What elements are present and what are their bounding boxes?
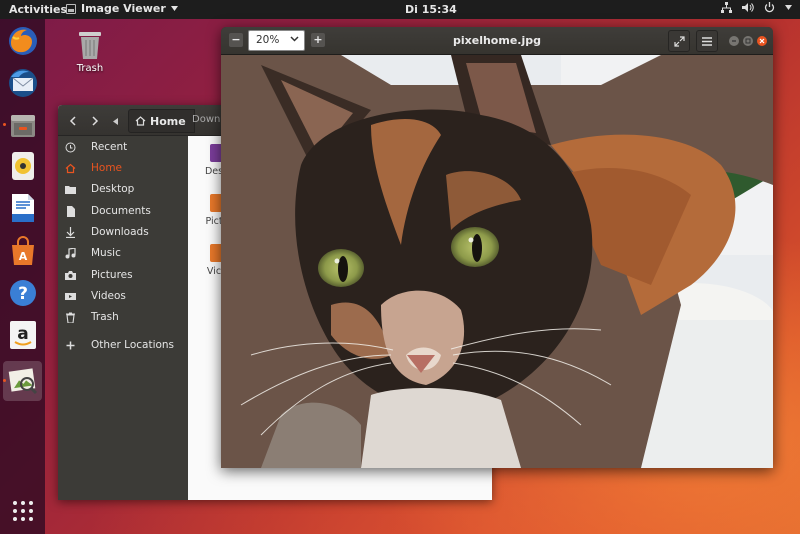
software-center-icon: A xyxy=(11,236,34,265)
breadcrumb-home-label: Home xyxy=(150,114,186,128)
firefox-icon xyxy=(8,27,37,55)
sidebar-item-home[interactable]: Home xyxy=(58,158,188,179)
menu-button[interactable] xyxy=(696,30,718,52)
dock-help[interactable]: ? xyxy=(3,273,42,313)
home-icon xyxy=(65,163,76,174)
maximize-button[interactable] xyxy=(743,36,753,46)
caret-down-icon xyxy=(170,6,178,11)
thunderbird-icon xyxy=(8,69,37,97)
caret-left-icon xyxy=(112,117,118,125)
minimize-icon xyxy=(732,40,736,42)
sidebar-item-label: Documents xyxy=(91,205,151,217)
sidebar-item-label: Desktop xyxy=(91,183,135,195)
folder-icon xyxy=(65,184,76,195)
close-button[interactable] xyxy=(757,36,767,46)
dock-image-viewer[interactable] xyxy=(3,361,42,401)
places-sidebar: Recent Home Desktop Documents Downloads … xyxy=(58,136,188,500)
window-title: pixelhome.jpg xyxy=(453,34,541,47)
sidebar-item-recent[interactable]: Recent xyxy=(58,137,188,158)
sidebar-item-label: Other Locations xyxy=(91,339,175,351)
sidebar-item-label: Music xyxy=(91,247,121,259)
libreoffice-writer-icon xyxy=(11,194,34,222)
dock-files[interactable] xyxy=(3,105,42,145)
amazon-icon: a xyxy=(9,321,36,349)
forward-button[interactable] xyxy=(84,110,106,132)
viewer-headerbar: − 20% + pixelhome.jpg xyxy=(221,27,773,55)
fullscreen-icon xyxy=(673,35,685,47)
close-icon xyxy=(759,38,765,44)
rhythmbox-icon xyxy=(11,152,34,180)
app-menu-label: Image Viewer xyxy=(81,2,166,15)
activities-button[interactable]: Activities xyxy=(9,3,67,16)
app-menu[interactable]: Image Viewer xyxy=(66,2,178,15)
minimize-button[interactable] xyxy=(729,36,739,46)
sidebar-item-downloads[interactable]: Downloads xyxy=(58,222,188,243)
sidebar-item-label: Downloads xyxy=(91,226,149,238)
cat-photo[interactable] xyxy=(221,55,773,468)
dock-writer[interactable] xyxy=(3,188,42,228)
help-icon: ? xyxy=(9,280,36,306)
sidebar-item-desktop[interactable]: Desktop xyxy=(58,179,188,200)
camera-icon xyxy=(65,270,76,281)
show-applications-button[interactable] xyxy=(3,491,42,531)
clock-icon xyxy=(65,142,76,153)
sidebar-item-music[interactable]: Music xyxy=(58,243,188,264)
download-icon xyxy=(65,227,76,239)
dock: A ? a xyxy=(0,19,45,534)
image-viewer-icon xyxy=(66,3,76,14)
music-icon xyxy=(65,247,76,259)
home-icon xyxy=(135,116,146,126)
volume-icon[interactable] xyxy=(742,2,754,13)
fullscreen-button[interactable] xyxy=(668,30,690,52)
dock-software[interactable]: A xyxy=(3,231,42,271)
app-grid-icon xyxy=(12,501,33,521)
document-icon xyxy=(65,206,76,217)
power-icon[interactable] xyxy=(764,2,775,13)
sidebar-item-label: Pictures xyxy=(91,269,133,281)
caret-down-icon xyxy=(785,5,792,10)
path-scroll-left[interactable] xyxy=(108,110,122,132)
sidebar-item-label: Home xyxy=(91,162,123,174)
sidebar-item-label: Videos xyxy=(91,290,126,302)
sidebar-item-trash[interactable]: Trash xyxy=(58,307,188,328)
trash-icon xyxy=(79,32,101,59)
dock-rhythmbox[interactable] xyxy=(3,146,42,186)
image-viewer-window: − 20% + pixelhome.jpg xyxy=(221,27,773,468)
dock-amazon[interactable]: a xyxy=(3,315,42,355)
video-icon xyxy=(65,291,76,302)
dock-thunderbird[interactable] xyxy=(3,63,42,103)
sidebar-item-videos[interactable]: Videos xyxy=(58,286,188,307)
clock[interactable]: Di 15:34 xyxy=(405,3,457,16)
back-button[interactable] xyxy=(62,110,84,132)
sidebar-item-other-locations[interactable]: Other Locations xyxy=(58,335,188,356)
hamburger-icon xyxy=(702,36,712,46)
trash-icon xyxy=(65,312,76,324)
maximize-icon xyxy=(745,38,751,44)
desktop-trash-label: Trash xyxy=(76,63,104,74)
svg-text:A: A xyxy=(18,250,27,263)
chevron-right-icon xyxy=(92,116,99,126)
svg-text:a: a xyxy=(17,324,28,344)
chevron-left-icon xyxy=(69,116,76,126)
image-viewer-icon xyxy=(8,368,37,395)
files-icon xyxy=(10,115,35,137)
breadcrumb-downloads[interactable]: Downl xyxy=(192,114,223,125)
top-bar: Activities Image Viewer Di 15:34 xyxy=(0,0,800,19)
sidebar-item-label: Trash xyxy=(91,311,119,323)
sidebar-item-documents[interactable]: Documents xyxy=(58,201,188,222)
running-indicator xyxy=(3,123,6,126)
svg-text:?: ? xyxy=(18,284,28,304)
running-indicator xyxy=(3,379,6,382)
sidebar-item-label: Recent xyxy=(91,141,128,153)
dock-firefox[interactable] xyxy=(3,21,42,61)
plus-icon xyxy=(65,340,76,351)
desktop-trash[interactable]: Trash xyxy=(68,30,112,74)
network-icon[interactable] xyxy=(721,2,732,13)
system-tray[interactable] xyxy=(721,2,792,13)
breadcrumb-home[interactable]: Home xyxy=(128,109,195,133)
sidebar-item-pictures[interactable]: Pictures xyxy=(58,265,188,286)
